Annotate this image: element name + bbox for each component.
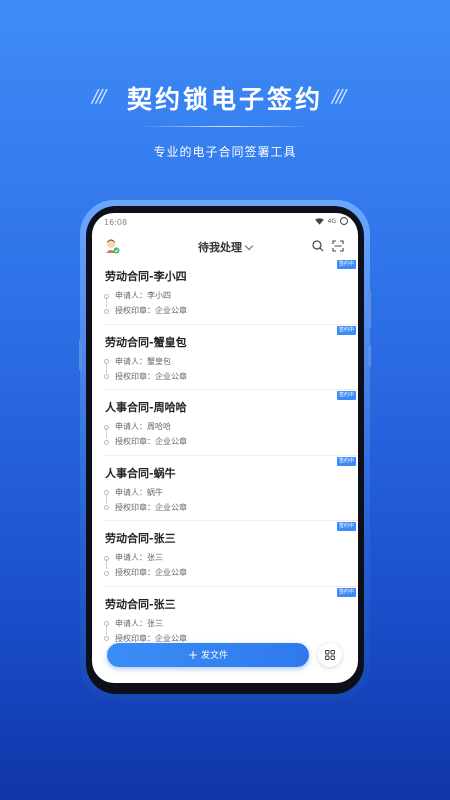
status-badge: 签约中 (336, 522, 356, 531)
timeline-dot (104, 505, 109, 510)
send-file-button[interactable]: + 发文件 (107, 643, 309, 667)
contract-card[interactable]: 签约中 劳动合同-李小四 申请人：李小四 授权印章：企业公章 (92, 259, 358, 325)
status-time: 16:08 (104, 218, 128, 227)
filter-label: 待我处理 (198, 241, 242, 254)
seal-row: 授权印章：企业公章 (104, 502, 187, 513)
status-badge: 签约中 (336, 325, 356, 335)
send-file-label: 发文件 (201, 651, 229, 661)
hero-subtitle: 专业的电子合同签署工具 (153, 145, 297, 159)
battery-icon (340, 217, 348, 225)
seal-row: 授权印章：企业公章 (104, 371, 187, 382)
status-badge: 签约中 (336, 391, 356, 400)
timeline-dot (104, 555, 109, 561)
applicant-row: 申请人：李小四 (104, 290, 171, 301)
applicant-value: 张三 (147, 618, 163, 628)
seal-row: 授权印章：企业公章 (104, 305, 187, 316)
applicant-label: 申请人： (115, 487, 147, 497)
seal-row: 授权印章：企业公章 (104, 436, 187, 447)
seal-label: 授权印章： (115, 568, 155, 577)
applicant-value: 周哈哈 (147, 422, 171, 431)
applicant-value: 李小四 (147, 291, 171, 300)
contract-card[interactable]: 签约中 人事合同-周哈哈 申请人：周哈哈 授权印章：企业公章 (92, 390, 358, 456)
hero-title: 契约锁电子签约 (126, 85, 323, 114)
grid-menu-button[interactable] (318, 643, 342, 667)
timeline-dot (104, 636, 109, 641)
seal-value: 企业公章 (155, 437, 187, 446)
search-icon[interactable] (312, 240, 324, 252)
seal-value: 企业公章 (155, 568, 187, 577)
applicant-label: 申请人： (115, 291, 147, 300)
timeline-dot (104, 293, 109, 299)
applicant-label: 申请人： (115, 422, 147, 431)
plus-icon: + (187, 648, 199, 662)
timeline-dot (104, 424, 109, 430)
contract-card[interactable]: 签约中 劳动合同-蟹皇包 申请人：蟹皇包 授权印章：企业公章 (92, 325, 358, 390)
scan-icon[interactable] (332, 240, 344, 252)
grid-icon (325, 650, 335, 660)
applicant-label: 申请人： (115, 618, 147, 628)
applicant-row: 申请人：张三 (104, 618, 163, 629)
seal-row: 授权印章：企业公章 (104, 567, 187, 578)
contract-card[interactable]: 签约中 劳动合同-张三 申请人：张三 授权印章：企业公章 (92, 521, 358, 587)
applicant-row: 申请人：蜗牛 (104, 487, 163, 498)
phone-side-button-right-2 (368, 345, 371, 367)
applicant-label: 申请人： (115, 553, 147, 562)
signal-icon: 4G (327, 217, 336, 225)
timeline-dot (104, 490, 109, 495)
applicant-row: 申请人：蟹皇包 (104, 356, 171, 367)
hero-slashes-right: /// (332, 86, 346, 107)
chevron-down-icon (244, 241, 254, 251)
applicant-value: 蜗牛 (147, 487, 163, 497)
timeline-dot (104, 621, 109, 626)
applicant-label: 申请人： (115, 356, 147, 366)
status-bar: 16:08 4G (92, 213, 358, 233)
app-bar: 待我处理 (92, 235, 358, 259)
applicant-value: 张三 (147, 553, 163, 562)
contract-title: 劳动合同-张三 (105, 597, 176, 611)
seal-row: 授权印章：企业公章 (104, 633, 187, 644)
contract-title: 人事合同-周哈哈 (105, 401, 187, 414)
timeline-dot (104, 374, 109, 379)
contract-title: 劳动合同-李小四 (105, 270, 187, 283)
seal-value: 企业公章 (155, 502, 187, 512)
seal-label: 授权印章： (115, 371, 155, 381)
contract-list: 签约中 劳动合同-李小四 申请人：李小四 授权印章：企业公章 签约中 劳动合同-… (92, 259, 358, 652)
contract-title: 劳动合同-张三 (105, 532, 176, 545)
seal-value: 企业公章 (155, 633, 187, 643)
contract-title: 人事合同-蜗牛 (105, 466, 176, 480)
contract-title: 劳动合同-蟹皇包 (105, 335, 187, 349)
hero-divider (140, 126, 310, 127)
timeline-dot (104, 308, 109, 314)
status-badge: 签约中 (336, 260, 356, 269)
timeline-dot (104, 359, 109, 364)
seal-label: 授权印章： (115, 502, 155, 512)
phone-side-button-right-1 (368, 290, 371, 328)
contract-card[interactable]: 签约中 人事合同-蜗牛 申请人：蜗牛 授权印章：企业公章 (92, 456, 358, 521)
applicant-row: 申请人：周哈哈 (104, 421, 171, 432)
applicant-row: 申请人：张三 (104, 552, 163, 563)
timeline-dot (104, 439, 109, 445)
seal-label: 授权印章： (115, 306, 155, 315)
timeline-dot (104, 570, 109, 576)
phone-screen: 16:08 4G 待我处理 签约中 劳动合同-李小四 申请人：李小四 授权印章：… (92, 213, 358, 683)
status-badge: 签约中 (336, 587, 356, 597)
seal-label: 授权印章： (115, 633, 155, 643)
seal-value: 企业公章 (155, 371, 187, 381)
seal-label: 授权印章： (115, 437, 155, 446)
seal-value: 企业公章 (155, 306, 187, 315)
applicant-value: 蟹皇包 (147, 356, 171, 366)
phone-side-button-left (79, 340, 82, 370)
wifi-icon (314, 217, 324, 225)
status-icons: 4G (314, 217, 348, 225)
status-badge: 签约中 (336, 456, 356, 466)
